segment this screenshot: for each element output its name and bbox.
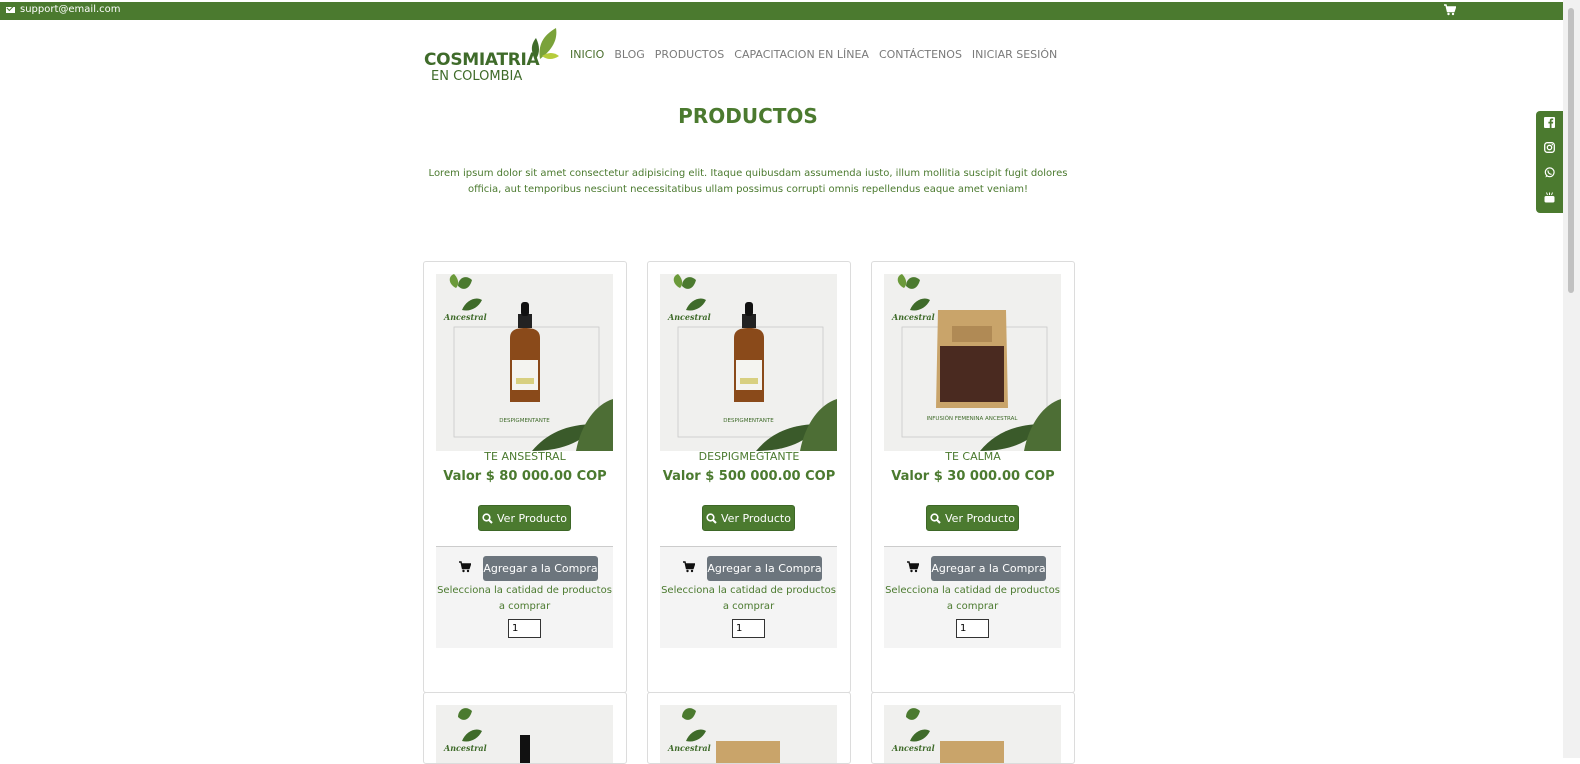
product-card: Ancestral INFUSIÓN FEMENINA ANCESTRAL TE… bbox=[871, 261, 1075, 693]
image-brand: Ancestral bbox=[443, 743, 487, 753]
page-title: PRODUCTOS bbox=[678, 104, 818, 128]
instagram-icon[interactable] bbox=[1544, 142, 1555, 153]
top-bar: support@email.com bbox=[0, 2, 1563, 20]
purchase-panel: Agregar a la Compra Selecciona la catida… bbox=[660, 546, 837, 648]
image-brand: Ancestral bbox=[891, 743, 935, 753]
quantity-input[interactable] bbox=[956, 619, 989, 638]
nav-blog[interactable]: BLOG bbox=[614, 48, 644, 61]
quantity-hint: Selecciona la catidad de productos a com… bbox=[885, 585, 1060, 612]
nav-productos[interactable]: PRODUCTOS bbox=[655, 48, 725, 61]
purchase-panel: Agregar a la Compra Selecciona la catida… bbox=[884, 546, 1061, 648]
view-product-label: Ver Producto bbox=[497, 511, 567, 525]
product-photo: Ancestral bbox=[660, 705, 837, 763]
view-product-button[interactable]: Ver Producto bbox=[926, 505, 1019, 531]
whatsapp-icon[interactable] bbox=[1544, 167, 1555, 178]
product-name[interactable]: DESPIGMEGTANTE bbox=[648, 450, 850, 463]
cart-icon[interactable] bbox=[1444, 4, 1456, 16]
quantity-hint: Selecciona la catidad de productos a com… bbox=[437, 585, 612, 612]
product-image[interactable]: Ancestral bbox=[884, 705, 1061, 763]
product-image[interactable]: Ancestral DESPIGMENTANTE bbox=[660, 274, 837, 451]
quantity-hint: Selecciona la catidad de productos a com… bbox=[661, 585, 836, 612]
product-image[interactable]: Ancestral bbox=[660, 705, 837, 763]
image-caption: DESPIGMENTANTE bbox=[499, 418, 550, 424]
add-to-cart-button[interactable]: Agregar a la Compra bbox=[931, 556, 1046, 581]
cart-icon bbox=[683, 561, 695, 573]
image-brand: Ancestral bbox=[667, 312, 711, 322]
view-product-label: Ver Producto bbox=[721, 511, 791, 525]
product-photo: Ancestral DESPIGMENTANTE bbox=[660, 274, 837, 451]
product-image[interactable]: Ancestral INFUSIÓN FEMENINA ANCESTRAL bbox=[884, 274, 1061, 451]
view-product-label: Ver Producto bbox=[945, 511, 1015, 525]
brand-line-2: EN COLOMBIA bbox=[431, 69, 523, 84]
image-caption: DESPIGMENTANTE bbox=[723, 418, 774, 424]
page-scrollbar[interactable] bbox=[1563, 0, 1580, 758]
facebook-icon[interactable] bbox=[1544, 117, 1555, 128]
search-icon bbox=[482, 512, 493, 524]
product-name[interactable]: TE ANSESTRAL bbox=[424, 450, 626, 463]
search-icon bbox=[706, 512, 717, 524]
brand-line-1: COSMIATRIA bbox=[424, 50, 540, 70]
image-caption: INFUSIÓN FEMENINA ANCESTRAL bbox=[927, 415, 1019, 422]
product-card: Ancestral DESPIGMENTANTE TE ANSESTRAL Va… bbox=[423, 261, 627, 693]
image-brand: Ancestral bbox=[667, 743, 711, 753]
product-card: Ancestral bbox=[423, 692, 627, 764]
product-photo: Ancestral bbox=[884, 705, 1061, 763]
purchase-panel: Agregar a la Compra Selecciona la catida… bbox=[436, 546, 613, 648]
search-icon bbox=[930, 512, 941, 524]
page-intro: Lorem ipsum dolor sit amet consectetur a… bbox=[428, 168, 1068, 195]
add-to-cart-button[interactable]: Agregar a la Compra bbox=[707, 556, 822, 581]
nav-inicio[interactable]: INICIO bbox=[570, 48, 604, 61]
nav-contactenos[interactable]: CONTÁCTENOS bbox=[879, 48, 962, 61]
youtube-icon[interactable] bbox=[1544, 192, 1555, 203]
image-brand: Ancestral bbox=[443, 312, 487, 322]
support-email[interactable]: support@email.com bbox=[6, 4, 121, 15]
product-image[interactable]: Ancestral DESPIGMENTANTE bbox=[436, 274, 613, 451]
product-price: Valor $ 500 000.00 COP bbox=[662, 469, 836, 484]
product-price: Valor $ 80 000.00 COP bbox=[443, 469, 607, 484]
view-product-button[interactable]: Ver Producto bbox=[702, 505, 795, 531]
support-email-text: support@email.com bbox=[20, 4, 121, 15]
scrollbar-thumb[interactable] bbox=[1568, 8, 1574, 293]
product-card: Ancestral DESPIGMENTANTE DESPIGMEGTANTE … bbox=[647, 261, 851, 693]
add-to-cart-button[interactable]: Agregar a la Compra bbox=[483, 556, 598, 581]
product-name[interactable]: TE CALMA bbox=[872, 450, 1074, 463]
main-nav: INICIO BLOG PRODUCTOS CAPACITACION EN LÍ… bbox=[570, 48, 1057, 61]
product-image[interactable]: Ancestral bbox=[436, 705, 613, 763]
product-price: Valor $ 30 000.00 COP bbox=[891, 469, 1055, 484]
product-card: Ancestral bbox=[647, 692, 851, 764]
cart-icon bbox=[459, 561, 471, 573]
product-card: Ancestral bbox=[871, 692, 1075, 764]
quantity-input[interactable] bbox=[508, 619, 541, 638]
envelope-icon bbox=[6, 6, 15, 13]
cart-icon bbox=[907, 561, 919, 573]
product-photo: Ancestral bbox=[436, 705, 613, 763]
quantity-input[interactable] bbox=[732, 619, 765, 638]
image-brand: Ancestral bbox=[891, 312, 935, 322]
nav-iniciar-sesion[interactable]: INICIAR SESIÓN bbox=[972, 48, 1057, 61]
nav-capacitacion[interactable]: CAPACITACION EN LÍNEA bbox=[734, 48, 869, 61]
product-photo: Ancestral DESPIGMENTANTE bbox=[436, 274, 613, 451]
product-photo: Ancestral INFUSIÓN FEMENINA ANCESTRAL bbox=[884, 274, 1061, 451]
site-logo[interactable]: COSMIATRIA EN COLOMBIA bbox=[424, 26, 564, 86]
view-product-button[interactable]: Ver Producto bbox=[478, 505, 571, 531]
social-bar bbox=[1536, 111, 1563, 213]
